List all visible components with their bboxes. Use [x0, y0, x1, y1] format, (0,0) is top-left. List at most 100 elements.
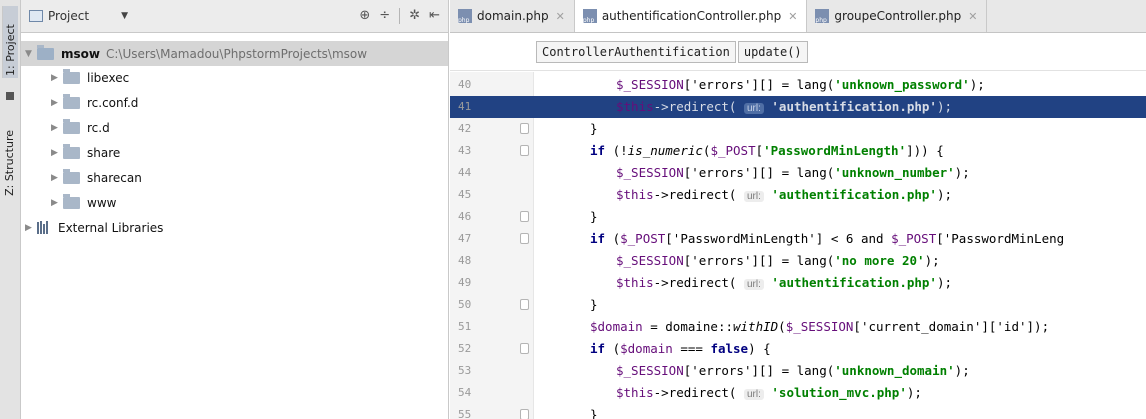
- php-file-icon: [582, 9, 597, 24]
- fold-marker-icon[interactable]: [520, 211, 529, 222]
- fold-marker-icon[interactable]: [520, 409, 529, 419]
- code-token: ['current_domain']['id']);: [853, 319, 1050, 334]
- code-token: 'authentification.php': [771, 187, 937, 202]
- expand-arrow-right-icon[interactable]: ▶: [51, 148, 63, 158]
- code-text: $domain = domaine::withID($_SESSION['cur…: [590, 319, 1049, 334]
- collapse-icon[interactable]: ÷: [379, 8, 390, 24]
- code-token: ->redirect(: [653, 385, 744, 400]
- tree-item[interactable]: ▶ sharecan: [21, 165, 142, 190]
- view-dropdown-icon[interactable]: ▼: [121, 11, 128, 21]
- code-token: );: [954, 363, 970, 378]
- code-line[interactable]: 46}: [450, 206, 1146, 228]
- editor-tab[interactable]: authentificationController.php ✕: [574, 0, 808, 32]
- code-token: );: [906, 385, 922, 400]
- fold-marker-icon[interactable]: [520, 123, 529, 134]
- expand-arrow-right-icon[interactable]: ▶: [51, 73, 63, 83]
- close-tab-icon[interactable]: ✕: [788, 10, 797, 23]
- line-number: 46: [458, 210, 472, 223]
- code-token: $_SESSION: [616, 253, 684, 268]
- line-number: 51: [458, 320, 472, 333]
- line-number: 43: [458, 144, 472, 157]
- project-tool-tab[interactable]: 1: Project: [2, 6, 18, 78]
- parameter-hint: url:: [743, 191, 764, 202]
- code-line[interactable]: 48 $_SESSION['errors'][] = lang('no more …: [450, 250, 1146, 272]
- code-line[interactable]: 43 if (!is_numeric($_POST['PasswordMinLen…: [450, 140, 1146, 162]
- code-token: (: [605, 231, 621, 246]
- expand-arrow-right-icon[interactable]: ▶: [51, 98, 63, 108]
- code-token: ->redirect(: [653, 187, 744, 202]
- parameter-hint: url:: [743, 389, 764, 400]
- project-view-title[interactable]: Project: [48, 9, 89, 23]
- folder-icon: [63, 168, 80, 184]
- code-token: 'PasswordMinLength': [763, 143, 907, 158]
- code-line[interactable]: 47 if ($_POST['PasswordMinLength'] < 6 an…: [450, 228, 1146, 250]
- code-token: $_POST: [620, 231, 666, 246]
- tree-item-label: msow: [61, 46, 100, 61]
- code-token: if: [590, 143, 606, 158]
- tree-item[interactable]: ▶ rc.conf.d: [21, 90, 138, 115]
- line-number: 48: [458, 254, 472, 267]
- line-number: 55: [458, 408, 472, 419]
- code-line[interactable]: 45 $this->redirect( url: 'authentificatio…: [450, 184, 1146, 206]
- code-line[interactable]: 55}: [450, 404, 1146, 419]
- tree-item-label: rc.d: [87, 120, 110, 135]
- expand-arrow-right-icon[interactable]: ▶: [51, 173, 63, 183]
- code-line[interactable]: 41 $this->redirect( url: 'authentificatio…: [450, 96, 1146, 118]
- line-number: 44: [458, 166, 472, 179]
- breadcrumb-item[interactable]: update(): [737, 40, 808, 63]
- tree-item[interactable]: ▶ rc.d: [21, 115, 110, 140]
- close-tab-icon[interactable]: ✕: [556, 10, 565, 23]
- fold-marker-icon[interactable]: [520, 343, 529, 354]
- tree-item[interactable]: ▶ share: [21, 140, 120, 165]
- code-token: 'unknown_domain': [834, 363, 955, 378]
- code-text: }: [590, 297, 598, 312]
- code-text: $this->redirect( url: 'solution_mvc.php'…: [616, 385, 922, 400]
- code-line[interactable]: 50}: [450, 294, 1146, 316]
- fold-marker-icon[interactable]: [520, 299, 529, 310]
- code-token: 'authentification.php': [771, 275, 937, 290]
- line-number: 42: [458, 122, 472, 135]
- tree-item[interactable]: ▶ www: [21, 190, 116, 215]
- code-text: if ($domain === false) {: [590, 341, 771, 356]
- code-line[interactable]: 42}: [450, 118, 1146, 140]
- code-token: $this: [616, 187, 654, 202]
- editor-tab[interactable]: domain.php ✕: [450, 0, 575, 32]
- expand-arrow-right-icon[interactable]: ▶: [51, 123, 63, 133]
- code-line[interactable]: 53 $_SESSION['errors'][] = lang('unknown_…: [450, 360, 1146, 382]
- line-number: 40: [458, 78, 472, 91]
- expand-arrow-right-icon[interactable]: ▶: [25, 223, 37, 233]
- code-line[interactable]: 40 $_SESSION['errors'][] = lang('unknown_…: [450, 74, 1146, 96]
- locate-icon[interactable]: ⊕: [359, 8, 370, 24]
- settings-gear-icon[interactable]: ✲: [409, 8, 420, 24]
- code-line[interactable]: 49 $this->redirect( url: 'authentificatio…: [450, 272, 1146, 294]
- tree-item[interactable]: ▶ External Libraries: [21, 215, 163, 240]
- line-number: 49: [458, 276, 472, 289]
- tree-item[interactable]: ▼ msow C:\Users\Mamadou\PhpstormProjects\m…: [21, 41, 448, 66]
- editor-tab-label: domain.php: [477, 9, 549, 23]
- code-text: }: [590, 209, 598, 224]
- editor-tab[interactable]: groupeController.php ✕: [807, 0, 988, 32]
- editor-tab-bar: domain.php✕authentificationController.ph…: [450, 0, 1146, 33]
- line-number: 54: [458, 386, 472, 399]
- favorites-icon[interactable]: [6, 92, 14, 100]
- code-line[interactable]: 51 $domain = domaine::withID($_SESSION['c…: [450, 316, 1146, 338]
- breadcrumb-item[interactable]: ControllerAuthentification: [536, 40, 736, 63]
- close-tab-icon[interactable]: ✕: [968, 10, 977, 23]
- structure-tool-tab[interactable]: Z: Structure: [3, 130, 16, 196]
- code-line[interactable]: 52 if ($domain === false) {: [450, 338, 1146, 360]
- project-panel: Project ▼ ⊕ ÷ ✲ ⇤ ▼ msow C:\Users\Mamadou\…: [21, 0, 449, 419]
- code-line[interactable]: 44 $_SESSION['errors'][] = lang('unknown_…: [450, 162, 1146, 184]
- code-view[interactable]: 40 $_SESSION['errors'][] = lang('unknown_…: [450, 72, 1146, 419]
- tree-item[interactable]: ▶ libexec: [21, 65, 129, 90]
- fold-marker-icon[interactable]: [520, 145, 529, 156]
- code-text: $this->redirect( url: 'authentification.…: [616, 275, 952, 290]
- code-line[interactable]: 54 $this->redirect( url: 'solution_mvc.ph…: [450, 382, 1146, 404]
- code-token: );: [936, 99, 953, 114]
- code-text: $_SESSION['errors'][] = lang('no more 20…: [616, 253, 940, 268]
- expand-arrow-right-icon[interactable]: ▶: [51, 198, 63, 208]
- hide-panel-icon[interactable]: ⇤: [429, 8, 440, 24]
- expand-arrow-down-icon[interactable]: ▼: [25, 49, 37, 59]
- tree-item-label: share: [87, 145, 121, 160]
- fold-marker-icon[interactable]: [520, 233, 529, 244]
- tree-item-path: C:\Users\Mamadou\PhpstormProjects\msow: [105, 46, 368, 61]
